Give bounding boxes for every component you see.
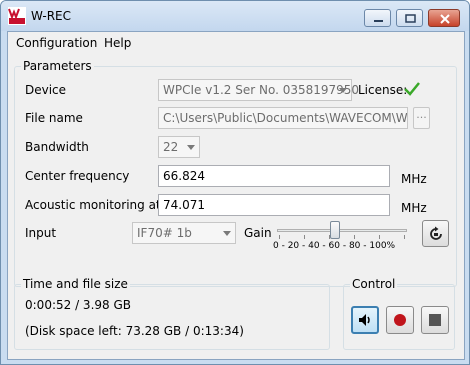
app-window: W-REC Configuration Help Parameters Devi…: [0, 0, 470, 365]
gain-slider-track[interactable]: [277, 229, 407, 232]
file-name-field[interactable]: C:\Users\Public\Documents\WAVECOM\WREC: [158, 107, 408, 129]
input-label: Input: [25, 226, 57, 240]
chevron-down-icon: [223, 231, 231, 236]
acoustic-monitoring-value: 74.071: [163, 198, 205, 212]
maximize-button[interactable]: [396, 9, 423, 27]
gain-tick: [404, 235, 405, 239]
browse-file-button[interactable]: ...: [413, 107, 430, 129]
gain-tick: [379, 235, 380, 239]
acoustic-monitoring-input[interactable]: 74.071: [158, 194, 390, 216]
window-title: W-REC: [31, 9, 72, 23]
parameters-group-title: Parameters: [21, 59, 94, 73]
menu-configuration[interactable]: Configuration: [16, 36, 97, 50]
minimize-icon: [374, 20, 383, 22]
record-icon: [394, 314, 406, 326]
title-bar[interactable]: W-REC: [1, 1, 469, 31]
device-label: Device: [25, 83, 67, 97]
gain-tick: [279, 235, 280, 239]
refresh-icon: [429, 226, 442, 240]
file-name-label: File name: [25, 111, 83, 125]
acoustic-monitoring-unit: MHz: [401, 201, 427, 215]
acoustic-monitoring-label: Acoustic monitoring at: [25, 198, 161, 212]
license-label: License:: [358, 83, 408, 97]
center-frequency-unit: MHz: [401, 172, 427, 186]
bandwidth-value: 22: [163, 140, 179, 154]
close-window-button[interactable]: [428, 9, 460, 27]
gain-label: Gain: [244, 226, 272, 240]
control-group: Control: [343, 277, 455, 350]
wrec-logo-icon: [8, 7, 26, 25]
elapsed-time-and-size: 0:00:52 / 3.98 GB: [25, 298, 131, 312]
minimize-button[interactable]: [364, 9, 391, 27]
chevron-down-icon: [187, 145, 195, 150]
record-button[interactable]: [386, 306, 414, 334]
gain-tick: [304, 235, 305, 239]
center-frequency-value: 66.824: [163, 169, 205, 183]
time-and-file-size-group: Time and file size 0:00:52 / 3.98 GB (Di…: [14, 277, 330, 350]
maximize-icon: [405, 14, 416, 23]
gain-scale-labels: 0 - 20 - 40 - 60 - 80 - 100%: [273, 241, 396, 251]
stop-icon: [429, 314, 441, 326]
disk-space-left: (Disk space left: 73.28 GB / 0:13:34): [25, 324, 244, 338]
stop-button[interactable]: [421, 306, 449, 334]
main-panel: Configuration Help Parameters Device WPC…: [7, 31, 465, 360]
bandwidth-select[interactable]: 22: [158, 136, 200, 158]
gain-tick: [354, 235, 355, 239]
menu-bar: Configuration Help: [8, 32, 464, 54]
time-and-file-size-title: Time and file size: [21, 277, 130, 291]
bandwidth-label: Bandwidth: [25, 140, 89, 154]
speaker-icon: [359, 314, 370, 326]
control-group-title: Control: [350, 277, 398, 291]
center-frequency-label: Center frequency: [25, 169, 130, 183]
license-check-icon: [404, 82, 420, 96]
chevron-down-icon: [339, 88, 347, 93]
input-select[interactable]: IF70# 1b: [132, 222, 236, 244]
input-value: IF70# 1b: [137, 226, 192, 240]
center-frequency-input[interactable]: 66.824: [158, 165, 390, 187]
menu-help[interactable]: Help: [104, 36, 131, 50]
gain-slider-thumb[interactable]: [330, 221, 341, 239]
acoustic-monitor-toggle-button[interactable]: [351, 306, 379, 334]
close-icon: [440, 14, 450, 24]
refresh-gain-button[interactable]: [422, 220, 449, 247]
file-name-value: C:\Users\Public\Documents\WAVECOM\WREC: [163, 111, 408, 125]
device-select[interactable]: WPCIe v1.2 Ser No. 0358197950: [158, 79, 359, 101]
parameters-group: Parameters Device WPCIe v1.2 Ser No. 035…: [14, 59, 457, 287]
device-value: WPCIe v1.2 Ser No. 0358197950: [163, 83, 360, 97]
